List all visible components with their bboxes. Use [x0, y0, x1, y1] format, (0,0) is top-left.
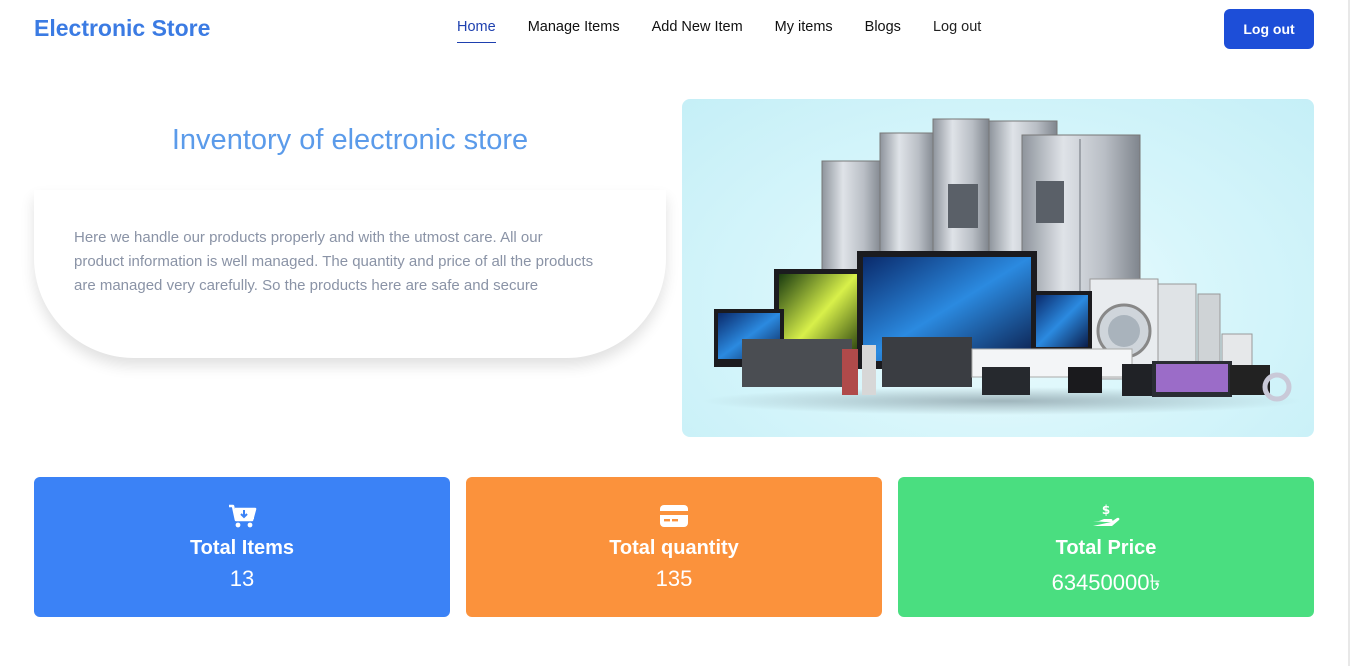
nav-home[interactable]: Home — [457, 19, 496, 43]
stat-label: Total Items — [189, 537, 295, 559]
nav-blogs[interactable]: Blogs — [865, 19, 901, 43]
top-navbar: Electronic Store Home Manage Items Add N… — [0, 0, 1348, 60]
appliances-illustration — [702, 118, 1302, 415]
stat-card-total-items: Total Items 13 — [34, 477, 450, 617]
logout-button[interactable]: Log out — [1224, 9, 1314, 49]
nav-add-new-item[interactable]: Add New Item — [652, 19, 743, 43]
nav-my-items[interactable]: My items — [775, 19, 833, 43]
hero-description-card: Here we handle our products properly and… — [34, 190, 666, 358]
brand-logo[interactable]: Electronic Store — [34, 15, 210, 42]
cart-icon — [229, 504, 257, 528]
stat-card-total-quantity: Total quantity 135 — [466, 477, 882, 617]
nav-manage-items[interactable]: Manage Items — [528, 19, 620, 43]
hero-electronics-image — [682, 99, 1314, 437]
hand-dollar-icon: $ — [1093, 503, 1120, 526]
hero-title: Inventory of electronic store — [171, 124, 529, 156]
stat-value: 135 — [655, 566, 693, 591]
svg-text:$: $ — [1102, 503, 1110, 517]
stat-value: 63450000৳ — [1051, 570, 1161, 595]
main-nav: Home Manage Items Add New Item My items … — [457, 19, 1013, 43]
stat-card-total-price: $ Total Price 63450000৳ — [898, 477, 1314, 617]
stat-value: 13 — [229, 566, 255, 591]
nav-log-out[interactable]: Log out — [933, 19, 981, 43]
stat-label: Total quantity — [609, 537, 739, 559]
hero-description: Here we handle our products properly and… — [74, 229, 594, 294]
stat-label: Total Price — [1055, 537, 1157, 559]
credit-card-icon — [660, 505, 688, 527]
